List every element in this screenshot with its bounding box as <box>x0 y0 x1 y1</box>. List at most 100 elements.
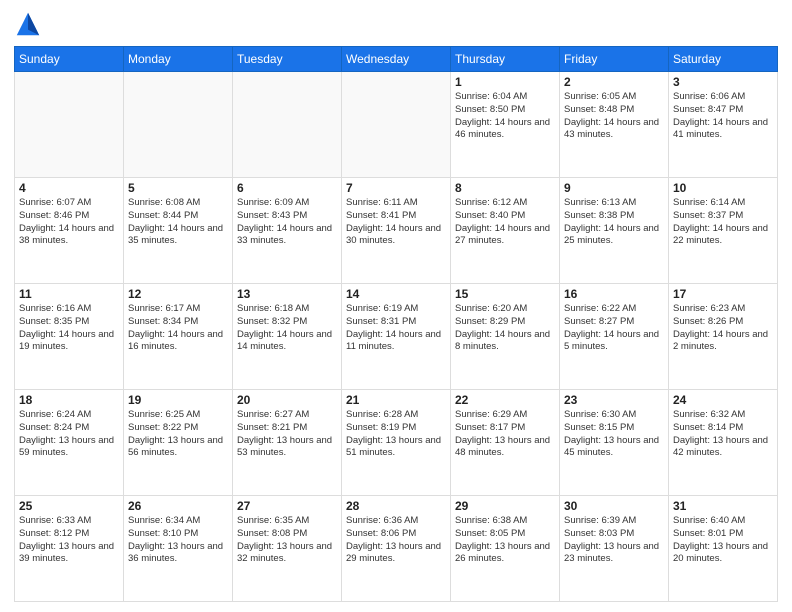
calendar-cell: 12 Sunrise: 6:17 AM Sunset: 8:34 PM Dayli… <box>124 284 233 390</box>
week-row-4: 18 Sunrise: 6:24 AM Sunset: 8:24 PM Dayli… <box>15 390 778 496</box>
day-number: 20 <box>237 393 337 407</box>
calendar-header: SundayMondayTuesdayWednesdayThursdayFrid… <box>15 47 778 72</box>
day-number: 16 <box>564 287 664 301</box>
day-info: Sunrise: 6:18 AM Sunset: 8:32 PM Dayligh… <box>237 303 337 354</box>
calendar-cell: 17Sunrise: 6:23 AM Sunset: 8:26 PM Dayli… <box>669 284 778 390</box>
calendar-cell: 2Sunrise: 6:05 AM Sunset: 8:48 PM Daylig… <box>560 72 669 178</box>
day-info: Sunrise: 6:22 AM Sunset: 8:27 PM Dayligh… <box>564 303 664 354</box>
day-number: 11 <box>19 287 119 301</box>
week-row-1: 1 Sunrise: 6:04 AM Sunset: 8:50 PM Daylig… <box>15 72 778 178</box>
logo-icon <box>14 10 42 38</box>
calendar-cell: 7 Sunrise: 6:11 AM Sunset: 8:41 PM Daylig… <box>342 178 451 284</box>
day-info: Sunrise: 6:39 AM Sunset: 8:03 PM Dayligh… <box>564 515 664 566</box>
calendar-cell: 16 Sunrise: 6:22 AM Sunset: 8:27 PM Dayli… <box>560 284 669 390</box>
day-header-saturday: Saturday <box>669 47 778 72</box>
calendar-cell: 24 Sunrise: 6:32 AM Sunset: 8:14 PM Dayli… <box>669 390 778 496</box>
day-info: Sunrise: 6:17 AM Sunset: 8:34 PM Dayligh… <box>128 303 228 354</box>
day-number: 18 <box>19 393 119 407</box>
day-number: 3 <box>673 75 773 89</box>
day-info: Sunrise: 6:25 AM Sunset: 8:22 PM Dayligh… <box>128 409 228 460</box>
calendar-cell: 14 Sunrise: 6:19 AM Sunset: 8:31 PM Dayli… <box>342 284 451 390</box>
day-info: Sunrise: 6:16 AM Sunset: 8:35 PM Dayligh… <box>19 303 119 354</box>
calendar-cell: 28 Sunrise: 6:36 AM Sunset: 8:06 PM Dayli… <box>342 496 451 602</box>
day-number: 14 <box>346 287 446 301</box>
day-info: Sunrise: 6:06 AM Sunset: 8:47 PM Dayligh… <box>673 91 773 142</box>
calendar-cell: 5Sunrise: 6:08 AM Sunset: 8:44 PM Daylig… <box>124 178 233 284</box>
day-info: Sunrise: 6:07 AM Sunset: 8:46 PM Dayligh… <box>19 197 119 248</box>
week-row-3: 11 Sunrise: 6:16 AM Sunset: 8:35 PM Dayli… <box>15 284 778 390</box>
calendar-cell: 30 Sunrise: 6:39 AM Sunset: 8:03 PM Dayli… <box>560 496 669 602</box>
day-number: 29 <box>455 499 555 513</box>
calendar-cell: 31 Sunrise: 6:40 AM Sunset: 8:01 PM Dayli… <box>669 496 778 602</box>
day-info: Sunrise: 6:14 AM Sunset: 8:37 PM Dayligh… <box>673 197 773 248</box>
day-info: Sunrise: 6:38 AM Sunset: 8:05 PM Dayligh… <box>455 515 555 566</box>
day-info: Sunrise: 6:19 AM Sunset: 8:31 PM Dayligh… <box>346 303 446 354</box>
day-info: Sunrise: 6:34 AM Sunset: 8:10 PM Dayligh… <box>128 515 228 566</box>
header-row: SundayMondayTuesdayWednesdayThursdayFrid… <box>15 47 778 72</box>
day-number: 24 <box>673 393 773 407</box>
day-number: 25 <box>19 499 119 513</box>
calendar-cell: 15 Sunrise: 6:20 AM Sunset: 8:29 PM Dayli… <box>451 284 560 390</box>
day-info: Sunrise: 6:30 AM Sunset: 8:15 PM Dayligh… <box>564 409 664 460</box>
calendar-cell: 19Sunrise: 6:25 AM Sunset: 8:22 PM Dayli… <box>124 390 233 496</box>
day-header-friday: Friday <box>560 47 669 72</box>
calendar-cell: 9 Sunrise: 6:13 AM Sunset: 8:38 PM Daylig… <box>560 178 669 284</box>
day-number: 21 <box>346 393 446 407</box>
day-info: Sunrise: 6:20 AM Sunset: 8:29 PM Dayligh… <box>455 303 555 354</box>
calendar-cell <box>342 72 451 178</box>
day-number: 7 <box>346 181 446 195</box>
day-info: Sunrise: 6:29 AM Sunset: 8:17 PM Dayligh… <box>455 409 555 460</box>
day-number: 6 <box>237 181 337 195</box>
day-number: 30 <box>564 499 664 513</box>
calendar-cell: 25 Sunrise: 6:33 AM Sunset: 8:12 PM Dayli… <box>15 496 124 602</box>
calendar-cell <box>15 72 124 178</box>
calendar-cell: 11 Sunrise: 6:16 AM Sunset: 8:35 PM Dayli… <box>15 284 124 390</box>
day-number: 4 <box>19 181 119 195</box>
week-row-5: 25 Sunrise: 6:33 AM Sunset: 8:12 PM Dayli… <box>15 496 778 602</box>
calendar-cell: 20 Sunrise: 6:27 AM Sunset: 8:21 PM Dayli… <box>233 390 342 496</box>
calendar-cell <box>124 72 233 178</box>
calendar-cell: 29 Sunrise: 6:38 AM Sunset: 8:05 PM Dayli… <box>451 496 560 602</box>
day-info: Sunrise: 6:04 AM Sunset: 8:50 PM Dayligh… <box>455 91 555 142</box>
calendar-cell: 27 Sunrise: 6:35 AM Sunset: 8:08 PM Dayli… <box>233 496 342 602</box>
day-number: 1 <box>455 75 555 89</box>
day-number: 22 <box>455 393 555 407</box>
day-info: Sunrise: 6:05 AM Sunset: 8:48 PM Dayligh… <box>564 91 664 142</box>
day-info: Sunrise: 6:12 AM Sunset: 8:40 PM Dayligh… <box>455 197 555 248</box>
calendar-cell: 4 Sunrise: 6:07 AM Sunset: 8:46 PM Daylig… <box>15 178 124 284</box>
day-number: 17 <box>673 287 773 301</box>
calendar-table: SundayMondayTuesdayWednesdayThursdayFrid… <box>14 46 778 602</box>
calendar-cell: 22 Sunrise: 6:29 AM Sunset: 8:17 PM Dayli… <box>451 390 560 496</box>
day-number: 5 <box>128 181 228 195</box>
day-info: Sunrise: 6:32 AM Sunset: 8:14 PM Dayligh… <box>673 409 773 460</box>
day-header-tuesday: Tuesday <box>233 47 342 72</box>
calendar-cell: 1 Sunrise: 6:04 AM Sunset: 8:50 PM Daylig… <box>451 72 560 178</box>
day-info: Sunrise: 6:36 AM Sunset: 8:06 PM Dayligh… <box>346 515 446 566</box>
day-number: 10 <box>673 181 773 195</box>
day-info: Sunrise: 6:35 AM Sunset: 8:08 PM Dayligh… <box>237 515 337 566</box>
day-header-wednesday: Wednesday <box>342 47 451 72</box>
day-number: 13 <box>237 287 337 301</box>
day-number: 23 <box>564 393 664 407</box>
day-number: 28 <box>346 499 446 513</box>
day-info: Sunrise: 6:11 AM Sunset: 8:41 PM Dayligh… <box>346 197 446 248</box>
day-number: 12 <box>128 287 228 301</box>
header <box>14 10 778 38</box>
calendar-cell: 3 Sunrise: 6:06 AM Sunset: 8:47 PM Daylig… <box>669 72 778 178</box>
day-info: Sunrise: 6:33 AM Sunset: 8:12 PM Dayligh… <box>19 515 119 566</box>
calendar-cell <box>233 72 342 178</box>
day-number: 31 <box>673 499 773 513</box>
week-row-2: 4 Sunrise: 6:07 AM Sunset: 8:46 PM Daylig… <box>15 178 778 284</box>
calendar-cell: 18 Sunrise: 6:24 AM Sunset: 8:24 PM Dayli… <box>15 390 124 496</box>
day-header-thursday: Thursday <box>451 47 560 72</box>
logo <box>14 10 46 38</box>
day-info: Sunrise: 6:24 AM Sunset: 8:24 PM Dayligh… <box>19 409 119 460</box>
day-info: Sunrise: 6:28 AM Sunset: 8:19 PM Dayligh… <box>346 409 446 460</box>
day-number: 9 <box>564 181 664 195</box>
calendar-body: 1 Sunrise: 6:04 AM Sunset: 8:50 PM Daylig… <box>15 72 778 602</box>
day-number: 15 <box>455 287 555 301</box>
day-number: 27 <box>237 499 337 513</box>
day-info: Sunrise: 6:13 AM Sunset: 8:38 PM Dayligh… <box>564 197 664 248</box>
day-info: Sunrise: 6:40 AM Sunset: 8:01 PM Dayligh… <box>673 515 773 566</box>
day-info: Sunrise: 6:27 AM Sunset: 8:21 PM Dayligh… <box>237 409 337 460</box>
